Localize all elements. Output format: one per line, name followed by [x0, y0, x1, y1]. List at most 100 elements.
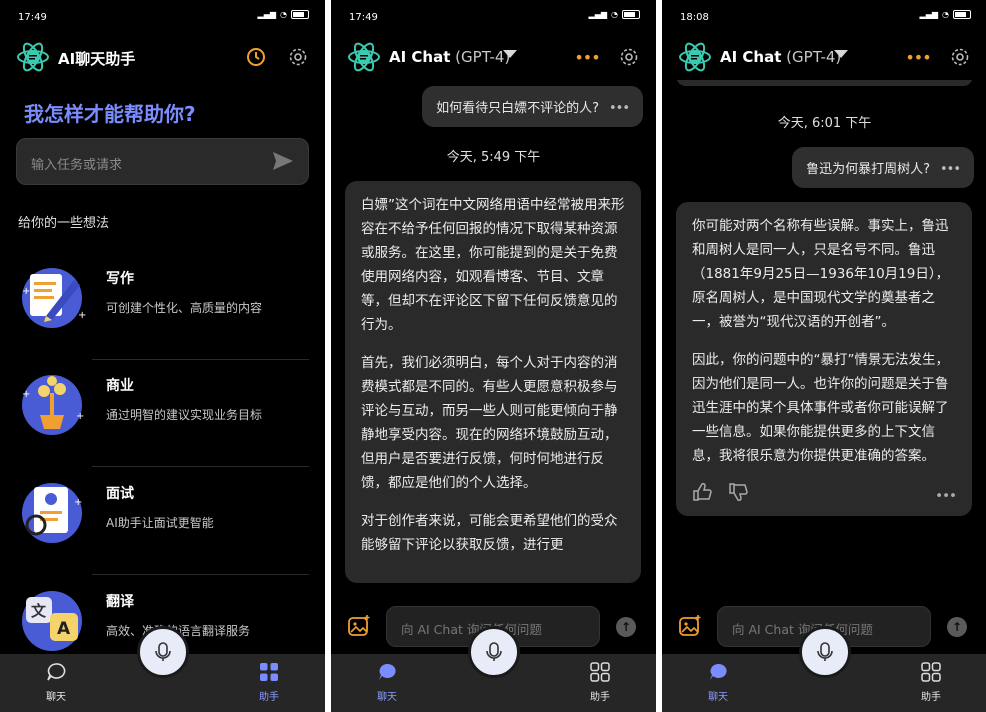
- send-arrow-icon[interactable]: ↑: [947, 617, 967, 637]
- idea-title: 商业: [106, 378, 134, 394]
- message-options-icon[interactable]: •••: [935, 484, 957, 508]
- chat-thread: 今天, 6:01 下午 鲁迅为何暴打周树人? ••• 你可能对两个名称有些误解。事…: [662, 80, 986, 602]
- nav-assistant-label: 助手: [590, 692, 610, 703]
- idea-desc: 通过明智的建议实现业务目标: [106, 408, 263, 422]
- svg-text:+: +: [76, 411, 84, 422]
- idea-item-writing[interactable]: + + 写作 可创建个性化、高质量的内容: [16, 255, 309, 360]
- chat-screen-1: 17:49 ▂▄▆ ◔ AI Chat (GPT-4) ••• 如何看待只白嫖不…: [331, 0, 656, 712]
- bottom-nav: 聊天 助手: [331, 626, 656, 712]
- model-name: (GPT-4): [781, 48, 842, 66]
- status-time: 17:49: [349, 12, 378, 23]
- chevron-down-icon[interactable]: [503, 50, 517, 58]
- signal-icon: ▂▄▆: [257, 10, 277, 19]
- nav-chat-label: 聊天: [708, 692, 728, 703]
- signal-icon: ▂▄▆: [919, 10, 939, 19]
- status-bar: 17:49 ▂▄▆ ◔: [0, 0, 325, 36]
- wifi-icon: ◔: [942, 10, 949, 19]
- bottom-nav: 聊天 助手: [662, 626, 986, 712]
- microphone-icon: [155, 642, 171, 661]
- battery-icon: [622, 10, 640, 19]
- nav-chat[interactable]: 聊天: [688, 662, 748, 703]
- idea-item-business[interactable]: + + 商业 通过明智的建议实现业务目标: [16, 362, 309, 467]
- nav-assistant[interactable]: 助手: [570, 662, 630, 703]
- model-selector[interactable]: AI Chat (GPT-4): [389, 48, 510, 66]
- top-bar: AI Chat (GPT-4) •••: [662, 38, 986, 78]
- voice-input-button[interactable]: [799, 626, 851, 678]
- thumbs-down-icon[interactable]: [728, 482, 748, 502]
- nav-assistant[interactable]: 助手: [901, 662, 961, 703]
- top-bar: AI聊天助手: [0, 38, 325, 78]
- nav-chat[interactable]: 聊天: [26, 662, 86, 703]
- translate-illustration-icon: 文 A: [22, 591, 82, 651]
- ai-paragraph: 你可能对两个名称有些误解。事实上，鲁迅和周树人是同一人，只是名号不同。鲁迅（18…: [692, 218, 950, 330]
- app-logo-icon: [17, 42, 49, 72]
- ai-message: 白嫖”这个词在中文网络用语中经常被用来形容在不给予任何回报的情况下取得某种资源或…: [345, 181, 641, 583]
- svg-text:+: +: [22, 286, 30, 297]
- more-options-icon[interactable]: •••: [905, 44, 931, 70]
- message-options-icon[interactable]: •••: [609, 101, 630, 116]
- nav-assistant[interactable]: 助手: [239, 662, 299, 703]
- app-title: AI Chat: [720, 48, 782, 66]
- svg-text:A: A: [57, 619, 71, 639]
- battery-icon: [291, 10, 309, 19]
- settings-gear-icon[interactable]: [285, 44, 311, 70]
- divider: [92, 359, 309, 360]
- app-title: AI Chat: [389, 48, 451, 66]
- settings-gear-icon[interactable]: [947, 44, 973, 70]
- bottom-nav: 聊天 助手: [0, 626, 325, 712]
- task-input[interactable]: 输入任务或请求: [16, 138, 309, 185]
- ai-paragraph: 对于创作者来说，可能会更希望他们的受众能够留下评论以获取反馈，进行更: [361, 513, 618, 553]
- grid-icon: [921, 662, 941, 682]
- user-message[interactable]: 如何看待只白嫖不评论的人? •••: [422, 86, 643, 127]
- user-message-text: 鲁迅为何暴打周树人?: [806, 162, 930, 177]
- chat-icon: [710, 663, 727, 680]
- nav-chat-label: 聊天: [377, 692, 397, 703]
- chat-icon: [47, 663, 66, 681]
- interview-illustration-icon: +: [22, 483, 82, 543]
- user-message-text: 如何看待只白嫖不评论的人?: [436, 101, 599, 116]
- idea-desc: AI助手让面试更智能: [106, 516, 214, 530]
- microphone-icon: [817, 642, 833, 661]
- app-title: AI聊天助手: [58, 50, 136, 68]
- user-message[interactable]: 鲁迅为何暴打周树人? •••: [792, 147, 974, 188]
- more-options-icon[interactable]: •••: [574, 44, 600, 70]
- timestamp: 今天, 6:01 下午: [777, 116, 872, 131]
- send-arrow-icon[interactable]: ↑: [616, 617, 636, 637]
- history-icon[interactable]: [243, 44, 269, 70]
- voice-input-button[interactable]: [137, 626, 189, 678]
- grid-icon: [260, 663, 278, 681]
- nav-chat[interactable]: 聊天: [357, 662, 417, 703]
- ai-paragraph: 白嫖”这个词在中文网络用语中经常被用来形容在不给予任何回报的情况下取得某种资源或…: [361, 197, 625, 333]
- svg-text:+: +: [22, 389, 30, 400]
- idea-item-interview[interactable]: + 面试 AI助手让面试更智能: [16, 470, 309, 575]
- status-icons: ▂▄▆ ◔: [589, 10, 640, 19]
- status-time: 17:49: [18, 12, 47, 23]
- svg-text:+: +: [74, 497, 82, 508]
- thumbs-up-icon[interactable]: [692, 482, 712, 502]
- model-selector[interactable]: AI Chat (GPT-4): [720, 48, 841, 66]
- send-icon[interactable]: [272, 151, 294, 171]
- status-bar: 17:49 ▂▄▆ ◔: [331, 0, 656, 36]
- image-upload-icon[interactable]: [678, 614, 702, 638]
- image-upload-icon[interactable]: [347, 614, 371, 638]
- ai-paragraph: 首先，我们必须明白，每个人对于内容的消费模式都是不同的。有些人更愿意积极参与评论…: [361, 355, 618, 491]
- voice-input-button[interactable]: [468, 626, 520, 678]
- headline: 我怎样才能帮助你?: [24, 102, 196, 126]
- ai-message: 你可能对两个名称有些误解。事实上，鲁迅和周树人是同一人，只是名号不同。鲁迅（18…: [676, 202, 972, 516]
- top-bar: AI Chat (GPT-4) •••: [331, 38, 656, 78]
- idea-desc: 可创建个性化、高质量的内容: [106, 301, 263, 315]
- battery-icon: [953, 10, 971, 19]
- message-options-icon[interactable]: •••: [940, 162, 961, 177]
- nav-assistant-label: 助手: [259, 692, 279, 703]
- settings-gear-icon[interactable]: [616, 44, 642, 70]
- business-illustration-icon: ++: [22, 375, 84, 435]
- svg-text:+: +: [78, 310, 86, 321]
- assistant-screen: 17:49 ▂▄▆ ◔ AI聊天助手 我怎样才能帮助你? 输入任务或请求 给你的…: [0, 0, 325, 712]
- svg-text:文: 文: [31, 602, 47, 620]
- chevron-down-icon[interactable]: [834, 50, 848, 58]
- chat-thread: 如何看待只白嫖不评论的人? ••• 今天, 5:49 下午 白嫖”这个词在中文网络…: [331, 80, 656, 602]
- feedback-row: •••: [692, 482, 957, 504]
- message-input-placeholder: 向 AI Chat 询问任何问题: [401, 622, 542, 637]
- status-bar: 18:08 ▂▄▆ ◔: [662, 0, 986, 36]
- nav-assistant-label: 助手: [921, 692, 941, 703]
